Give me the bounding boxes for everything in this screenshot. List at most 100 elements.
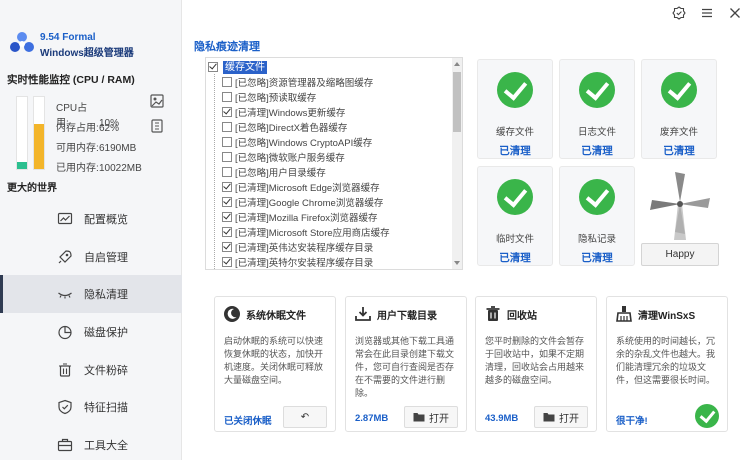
tree-item-label: [已清理]英伟达安装程序缓存目录	[235, 242, 374, 254]
tree-item-checkbox[interactable]	[222, 121, 232, 132]
open-downloads-button[interactable]: 打开	[404, 406, 458, 428]
tree-item[interactable]: [已忽略]预读取缓存	[222, 89, 390, 104]
open-recycle-bin-button[interactable]: 打开	[534, 406, 588, 428]
tree-item[interactable]: [已忽略]资源管理器及缩略图缓存	[222, 74, 390, 89]
tree-root-item[interactable]: 缓存文件	[208, 60, 267, 74]
menu-icon[interactable]	[700, 6, 714, 20]
panel-value: 很干净!	[616, 416, 648, 427]
tree-item-checkbox[interactable]	[222, 76, 232, 87]
tree-item-label: [已清理]英特尔安装程序缓存目录	[235, 257, 374, 269]
tree-item[interactable]: [已忽略]用户目录缓存	[222, 164, 390, 179]
broom-icon	[616, 306, 632, 322]
windmill-icon	[650, 172, 710, 240]
tree-item[interactable]: [已忽略]微软账户服务缓存	[222, 149, 390, 164]
tree-item-checkbox[interactable]	[222, 226, 232, 237]
sidebar-item-label: 磁盘保护	[84, 326, 128, 339]
tree-item-label: [已清理]Mozilla Firefox浏览器缓存	[235, 212, 378, 224]
panel-downloads: 用户下载目录 浏览器或其他下载工具通常会在此目录创建下载文件，您可自行查阅是否存…	[345, 296, 467, 432]
tree-item[interactable]: [已忽略]DirectX着色器缓存	[222, 119, 390, 134]
scroll-down-arrow-icon[interactable]	[454, 261, 460, 265]
tree-item[interactable]: [已清理]Microsoft Store应用商店缓存	[222, 224, 390, 239]
check-icon	[497, 72, 533, 108]
tree-item-checkbox[interactable]	[222, 151, 232, 162]
panel-title: 系统休眠文件	[223, 305, 306, 323]
sidebar-item-tools[interactable]: 工具大全	[0, 426, 182, 460]
tree-item-checkbox[interactable]	[222, 166, 232, 177]
tree-item[interactable]: [已清理]英伟达安装程序缓存目录	[222, 239, 390, 254]
tree-item-checkbox[interactable]	[222, 211, 232, 222]
card-name: 隐私记录	[577, 234, 616, 245]
status-card-temp: 临时文件 已清理	[477, 166, 553, 266]
sidebar-item-label: 自启管理	[84, 251, 128, 264]
check-icon	[661, 72, 697, 108]
trash-icon	[59, 363, 71, 377]
tree-item-checkbox[interactable]	[222, 91, 232, 102]
tree-item-checkbox[interactable]	[222, 181, 232, 192]
download-icon	[355, 307, 371, 321]
folder-icon	[543, 413, 555, 422]
tree-item[interactable]: [已清理]Google Chrome浏览器缓存	[222, 194, 390, 209]
folder-icon	[413, 413, 425, 422]
tree-item[interactable]: [已清理]Mozilla Firefox浏览器缓存	[222, 209, 390, 224]
tree-item-label: [已忽略]DirectX着色器缓存	[235, 122, 348, 134]
tree-items: [已忽略]资源管理器及缩略图缓存 [已忽略]预读取缓存 [已清理]Windows更新…	[222, 74, 390, 269]
tree-item[interactable]: [已清理]英特尔安装程序缓存目录	[222, 254, 390, 269]
cache-tree: 缓存文件 [已忽略]资源管理器及缩略图缓存 [已忽略]预读取缓存 [已清理]Wind…	[205, 57, 463, 270]
sidebar-item-label: 隐私清理	[84, 289, 128, 302]
clean-check-icon[interactable]	[695, 404, 719, 428]
panel-title: 回收站	[484, 305, 537, 323]
undo-button[interactable]: ↶	[283, 406, 327, 428]
tree-item-label: [已清理]Google Chrome浏览器缓存	[235, 197, 384, 209]
check-icon	[497, 179, 533, 215]
app-logo-icon	[10, 32, 34, 52]
monitor-image-icon[interactable]	[150, 94, 164, 108]
sidebar-item-scan[interactable]: 特征扫描	[0, 388, 182, 426]
panel-recycle-bin: 回收站 您平时删除的文件会暂存于回收站中，如果不定期清理，回收站会占用越来越多的…	[475, 296, 597, 432]
tree-item-label: [已清理]Microsoft Edge浏览器缓存	[235, 182, 380, 194]
perf-monitor-title: 实时性能监控 (CPU / RAM)	[7, 74, 135, 86]
sidebar-item-shred[interactable]: 文件粉碎	[0, 351, 182, 389]
cpu-usage-bar	[16, 96, 28, 170]
sidebar-item-label: 文件粉碎	[84, 364, 128, 377]
tree-item-checkbox[interactable]	[222, 256, 232, 267]
sidebar-item-startup[interactable]: 自启管理	[0, 238, 182, 276]
tree-item[interactable]: [已清理]Microsoft Edge浏览器缓存	[222, 179, 390, 194]
scroll-thumb[interactable]	[453, 72, 461, 132]
scroll-up-arrow-icon[interactable]	[454, 62, 460, 66]
card-status: 已清理	[499, 252, 531, 264]
tree-item-label: [已忽略]预读取缓存	[235, 92, 317, 104]
tree-item-label: [已忽略]微软账户服务缓存	[235, 152, 345, 164]
verified-badge-icon[interactable]	[672, 6, 686, 20]
tree-scrollbar[interactable]	[452, 58, 462, 269]
tree-item-checkbox[interactable]	[222, 196, 232, 207]
tree-root-checkbox[interactable]	[208, 62, 218, 72]
tagline: 更大的世界	[7, 183, 57, 194]
sidebar: 9.54 Formal Windows超级管理器 实时性能监控 (CPU / R…	[0, 0, 182, 460]
tree-item-checkbox[interactable]	[222, 106, 232, 117]
tree-item-checkbox[interactable]	[222, 136, 232, 147]
tree-item-label: [已清理]Microsoft Store应用商店缓存	[235, 227, 390, 239]
sidebar-item-overview[interactable]: 配置概览	[0, 200, 182, 238]
card-status: 已清理	[499, 145, 531, 157]
sidebar-item-privacy[interactable]: 隐私清理	[0, 275, 182, 314]
close-icon[interactable]	[728, 6, 742, 20]
card-status: 已清理	[581, 252, 613, 264]
tree-item[interactable]: [已清理]Windows更新缓存	[222, 104, 390, 119]
memory-chip-icon[interactable]	[150, 119, 164, 133]
app-name: Windows超级管理器	[40, 48, 134, 59]
tree-item-checkbox[interactable]	[222, 241, 232, 252]
status-card-cache: 缓存文件 已清理	[477, 59, 553, 159]
happy-button[interactable]: Happy	[641, 243, 719, 266]
panel-desc: 您平时删除的文件会暂存于回收站中，如果不定期清理，回收站会占用越来越多的磁盘空间…	[485, 336, 585, 385]
sidebar-item-disk[interactable]: 磁盘保护	[0, 313, 182, 351]
moon-icon	[224, 306, 240, 322]
sidebar-item-label: 工具大全	[84, 439, 128, 452]
app-version: 9.54 Formal	[40, 32, 96, 43]
mem-free-stat: 可用内存:6190MB	[56, 143, 137, 154]
shield-icon	[58, 400, 72, 415]
panel-desc: 系统使用的时间越长，冗余的杂乱文件也越大。我们能清理冗余的垃圾文件，但这需要很长…	[616, 336, 716, 385]
panel-title: 用户下载目录	[354, 305, 437, 323]
tree-item[interactable]: [已忽略]Windows CryptoAPI缓存	[222, 134, 390, 149]
undo-icon: ↶	[300, 411, 310, 423]
tree-guide-line	[214, 74, 215, 269]
